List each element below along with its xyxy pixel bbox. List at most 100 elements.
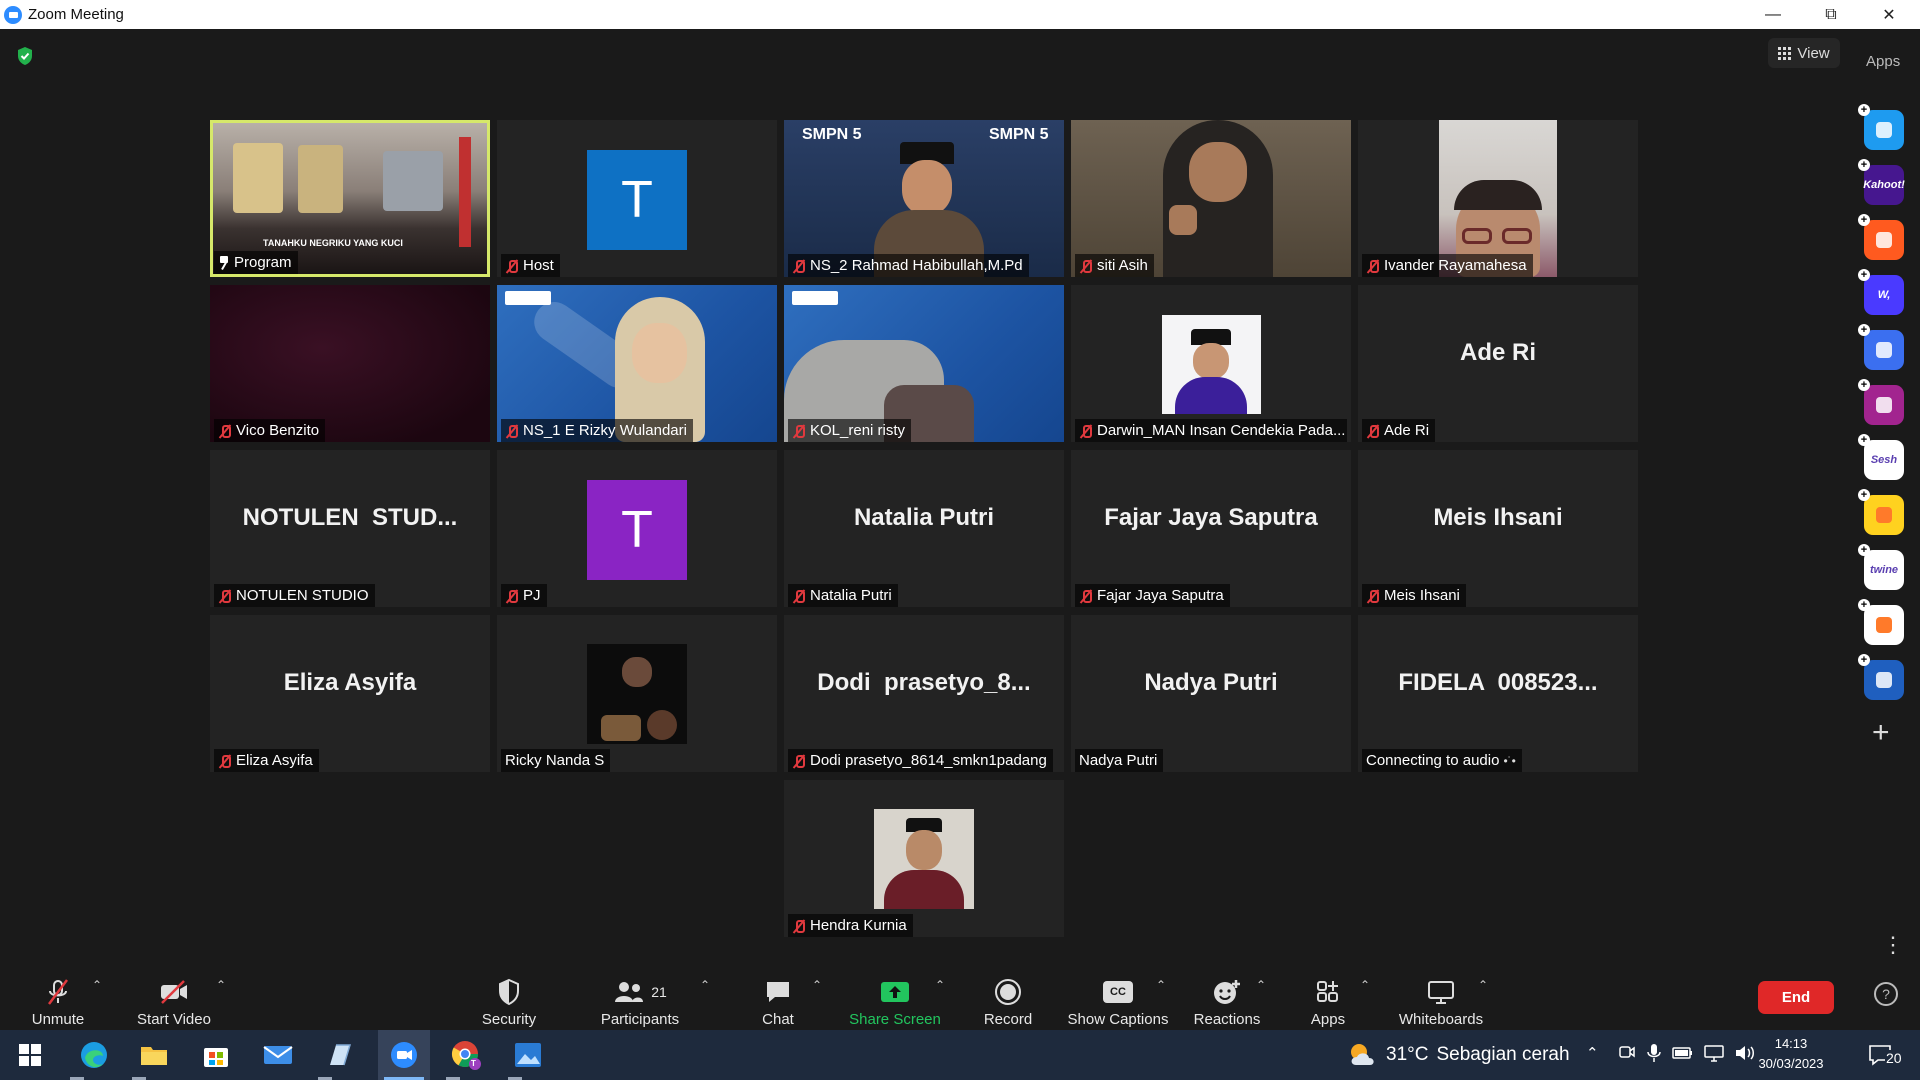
video-tile-darwin[interactable]: Darwin_MAN Insan Cendekia Pada...	[1071, 285, 1351, 442]
minimize-button[interactable]: —	[1744, 0, 1802, 29]
share-options-caret[interactable]: ⌃	[935, 978, 945, 992]
file-explorer-icon[interactable]	[138, 1040, 170, 1070]
encryption-shield-icon[interactable]	[16, 46, 34, 66]
add-rail-app-icon[interactable]: +	[1858, 269, 1870, 281]
prezi-icon[interactable]	[1864, 110, 1904, 150]
video-caption: TANAHKU NEGRIKU YANG KUCI	[263, 238, 403, 248]
security-button[interactable]: Security	[478, 972, 540, 1028]
emoji-app-icon[interactable]	[1864, 495, 1904, 535]
participants-options-caret[interactable]: ⌃	[700, 978, 710, 992]
video-tile-eliza[interactable]: Eliza Asyifa Eliza Asyifa	[210, 615, 490, 772]
wordwall-icon[interactable]: W,	[1864, 275, 1904, 315]
apps-button[interactable]: Apps	[1304, 972, 1352, 1028]
video-app-icon[interactable]	[1864, 385, 1904, 425]
video-tile-natalia[interactable]: Natalia Putri Natalia Putri	[784, 450, 1064, 607]
add-rail-app-icon[interactable]: +	[1858, 379, 1870, 391]
video-tile-fidela[interactable]: FIDELA 008523... Connecting to audio •˙•	[1358, 615, 1638, 772]
add-rail-app-icon[interactable]: +	[1858, 654, 1870, 666]
chat-button[interactable]: Chat	[756, 972, 800, 1028]
muted-mic-icon	[505, 589, 519, 603]
weather-widget[interactable]: 31°C Sebagian cerah	[1346, 1041, 1570, 1069]
video-tile-meis[interactable]: Meis Ihsani Meis Ihsani	[1358, 450, 1638, 607]
weather-temperature: 31°C	[1386, 1044, 1429, 1065]
video-tile-host[interactable]: T Host	[497, 120, 777, 277]
captions-options-caret[interactable]: ⌃	[1156, 978, 1166, 992]
participant-label: KOL_reni risty	[788, 419, 912, 442]
rail-app-glyph	[1876, 617, 1892, 633]
chat-options-caret[interactable]: ⌃	[812, 978, 822, 992]
zoom-taskbar-icon[interactable]	[388, 1040, 420, 1070]
video-tile-kol-reni[interactable]: KOL_reni risty	[784, 285, 1064, 442]
kahoot-icon[interactable]: Kahoot!	[1863, 165, 1905, 205]
notes-app-icon[interactable]	[324, 1040, 356, 1070]
start-button[interactable]	[14, 1040, 46, 1070]
meet-now-icon[interactable]	[1618, 1043, 1636, 1065]
ai-app-icon[interactable]	[1864, 330, 1904, 370]
video-tile-ns1[interactable]: NS_1 E Rizky Wulandari	[497, 285, 777, 442]
video-options-caret[interactable]: ⌃	[216, 978, 226, 992]
sesh-icon[interactable]: Sesh	[1864, 440, 1904, 480]
unmute-button[interactable]: Unmute	[28, 972, 88, 1028]
video-tile-notulen[interactable]: NOTULEN STUD... NOTULEN STUDIO	[210, 450, 490, 607]
close-button[interactable]: ✕	[1860, 0, 1918, 29]
notification-center-button[interactable]: 20	[1868, 1042, 1908, 1070]
add-rail-app-icon[interactable]: +	[1858, 214, 1870, 226]
mail-icon[interactable]	[262, 1040, 294, 1070]
whiteboards-options-caret[interactable]: ⌃	[1478, 978, 1488, 992]
view-button[interactable]: View	[1768, 38, 1840, 68]
video-tile-ade-ri[interactable]: Ade Ri Ade Ri	[1358, 285, 1638, 442]
chrome-icon[interactable]: T	[450, 1040, 482, 1070]
show-hidden-icons-chevron[interactable]: ⌃	[1586, 1044, 1599, 1062]
show-captions-button[interactable]: CC Show Captions	[1066, 972, 1170, 1028]
record-icon	[995, 979, 1021, 1005]
reactions-options-caret[interactable]: ⌃	[1256, 978, 1266, 992]
store-icon[interactable]	[200, 1040, 232, 1070]
blocks-app-icon[interactable]	[1864, 605, 1904, 645]
pin-icon	[218, 255, 230, 270]
record-button[interactable]: Record	[982, 972, 1034, 1028]
photos-app-icon[interactable]	[512, 1040, 544, 1070]
system-clock[interactable]: 14:13 30/03/2023	[1746, 1034, 1836, 1074]
end-meeting-button[interactable]: End	[1758, 981, 1834, 1014]
whiteboard-icon	[1428, 981, 1454, 1004]
more-options-icon[interactable]: ⋮	[1882, 934, 1904, 956]
add-rail-app-icon[interactable]: +	[1858, 324, 1870, 336]
add-rail-app-icon[interactable]: +	[1858, 544, 1870, 556]
start-video-button[interactable]: Start Video	[134, 972, 214, 1028]
add-rail-app-icon[interactable]: +	[1858, 489, 1870, 501]
add-rail-app-icon[interactable]: +	[1858, 159, 1870, 171]
video-tile-ns2[interactable]: SMPN 5 SMPN 5 NS_2 Rahmad Habibullah,M.P…	[784, 120, 1064, 277]
video-tile-pj[interactable]: T PJ	[497, 450, 777, 607]
participants-button[interactable]: 21 Participants	[598, 972, 682, 1028]
orange-app-icon[interactable]	[1864, 220, 1904, 260]
video-tile-nadya[interactable]: Nadya Putri Nadya Putri	[1071, 615, 1351, 772]
audio-options-caret[interactable]: ⌃	[92, 978, 102, 992]
add-rail-app-icon[interactable]: +	[1858, 599, 1870, 611]
help-button[interactable]: ?	[1874, 982, 1898, 1006]
video-tile-fajar[interactable]: Fajar Jaya Saputra Fajar Jaya Saputra	[1071, 450, 1351, 607]
add-rail-app-icon[interactable]: +	[1858, 434, 1870, 446]
sync-app-icon[interactable]	[1864, 660, 1904, 700]
add-app-icon[interactable]: +	[1872, 718, 1890, 748]
restore-button[interactable]: ⧉	[1802, 0, 1860, 29]
participant-name-display: Fajar Jaya Saputra	[1104, 503, 1318, 531]
video-tile-dodi[interactable]: Dodi prasetyo_8... Dodi prasetyo_8614_sm…	[784, 615, 1064, 772]
edge-browser-icon[interactable]	[78, 1040, 110, 1070]
apps-options-caret[interactable]: ⌃	[1360, 978, 1370, 992]
add-rail-app-icon[interactable]: +	[1858, 104, 1870, 116]
video-tile-hendra[interactable]: Hendra Kurnia	[784, 780, 1064, 937]
muted-mic-icon	[792, 589, 806, 603]
video-tile-siti-asih[interactable]: siti Asih	[1071, 120, 1351, 277]
microphone-tray-icon[interactable]	[1646, 1043, 1662, 1067]
video-tile-program[interactable]: TANAHKU NEGRIKU YANG KUCI Program	[210, 120, 490, 277]
share-screen-button[interactable]: Share Screen	[848, 972, 942, 1028]
battery-icon[interactable]	[1672, 1045, 1694, 1065]
reactions-button[interactable]: Reactions	[1190, 972, 1264, 1028]
video-tile-ricky[interactable]: Ricky Nanda S	[497, 615, 777, 772]
participant-label: Ade Ri	[1362, 419, 1436, 442]
network-icon[interactable]	[1703, 1044, 1725, 1066]
whiteboards-button[interactable]: Whiteboards	[1394, 972, 1488, 1028]
video-tile-vico[interactable]: Vico Benzito	[210, 285, 490, 442]
twine-icon[interactable]: twine	[1864, 550, 1904, 590]
video-tile-ivander[interactable]: Ivander Rayamahesa	[1358, 120, 1638, 277]
